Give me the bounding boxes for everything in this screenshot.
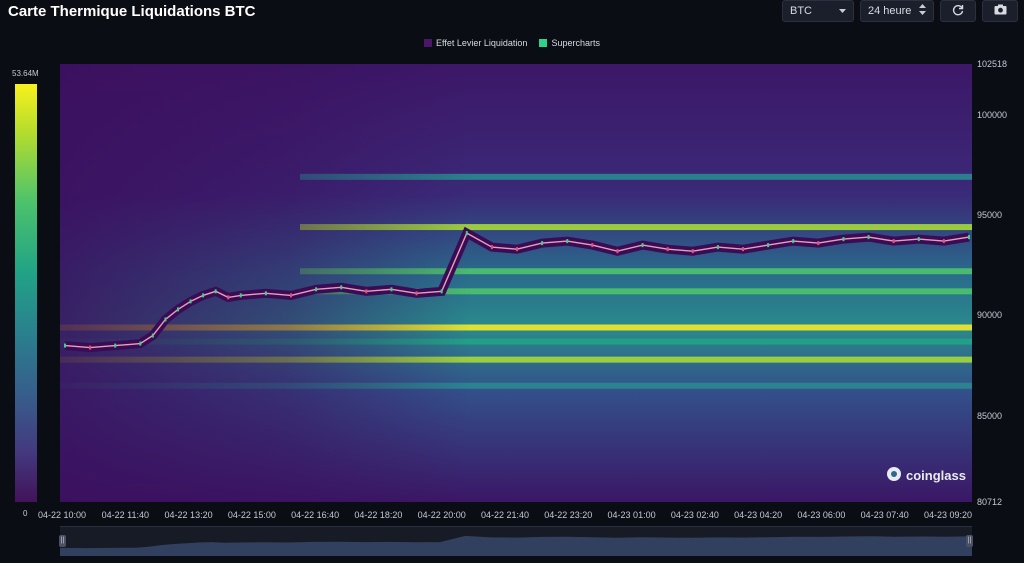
coinglass-logo-icon (886, 466, 902, 485)
candle-mark (716, 245, 719, 250)
candle-mark (114, 343, 117, 348)
candle-mark (842, 237, 845, 242)
x-tick-label: 04-23 02:40 (670, 510, 719, 520)
navigator-left-handle[interactable]: || (59, 535, 66, 547)
candle-mark (490, 245, 493, 250)
heatmap-area (60, 64, 972, 502)
x-tick-label: 04-22 20:00 (417, 510, 466, 520)
coinglass-watermark: coinglass (886, 466, 966, 485)
y-tick-label: 80712 (977, 497, 1003, 507)
candle-mark (516, 247, 518, 252)
x-tick-label: 04-22 15:00 (227, 510, 276, 520)
candle-mark (64, 343, 66, 348)
candle-mark (214, 289, 217, 294)
navigator-right-handle[interactable]: || (966, 535, 973, 547)
candle-mark (440, 289, 443, 294)
x-tick-label: 04-22 16:40 (291, 510, 340, 520)
candle-mark (164, 317, 167, 322)
candle-mark (792, 239, 795, 244)
navigator-preview (60, 535, 972, 556)
candle-mark (202, 293, 205, 298)
candle-mark (591, 243, 594, 248)
heatmap-chart[interactable] (0, 0, 1024, 563)
candle-mark (139, 341, 142, 346)
candle-mark (290, 293, 292, 298)
time-navigator[interactable]: || || (59, 526, 973, 556)
candle-mark (767, 243, 770, 248)
y-tick-label: 90000 (977, 310, 1003, 321)
y-tick-label: 102518 (977, 59, 1008, 69)
candle-mark (189, 299, 192, 304)
x-tick-label: 04-22 18:20 (354, 510, 403, 520)
candle-mark (89, 345, 92, 350)
y-tick-label: 85000 (977, 410, 1003, 421)
candle-mark (151, 333, 154, 338)
heatmap-left-fade (60, 64, 972, 502)
x-tick-label: 04-22 11:40 (101, 510, 149, 520)
x-tick-label: 04-23 01:00 (607, 510, 656, 520)
x-tick-label: 04-23 06:00 (797, 510, 846, 520)
x-tick-label: 04-22 13:20 (164, 510, 213, 520)
x-tick-label: 04-22 21:40 (480, 510, 530, 520)
candle-mark (616, 249, 619, 254)
y-tick-label: 95000 (977, 210, 1003, 220)
candle-mark (968, 235, 970, 240)
candle-mark (315, 287, 318, 292)
y-tick-label: 100000 (977, 109, 1008, 120)
candle-mark (942, 239, 945, 244)
candle-mark (691, 249, 694, 254)
candle-mark (264, 291, 267, 296)
x-tick-label: 04-22 10:00 (37, 510, 87, 520)
candle-mark (867, 235, 870, 240)
candle-mark (541, 241, 544, 246)
candle-mark (566, 239, 569, 244)
candle-mark (666, 247, 669, 252)
x-tick-label: 04-23 09:20 (923, 510, 973, 520)
candle-mark (227, 295, 230, 300)
candle-mark (340, 285, 343, 290)
candle-mark (641, 243, 644, 248)
candle-mark (365, 289, 368, 294)
candle-mark (917, 237, 920, 242)
candle-mark (390, 287, 393, 292)
candle-mark (742, 247, 744, 252)
candle-mark (892, 239, 895, 244)
candle-mark (817, 241, 820, 246)
x-tick-label: 04-22 23:20 (544, 510, 593, 520)
candle-mark (465, 231, 468, 236)
candle-mark (177, 307, 179, 312)
watermark-text: coinglass (906, 468, 966, 483)
x-tick-label: 04-23 07:40 (860, 510, 909, 520)
candle-mark (239, 293, 242, 298)
candle-mark (415, 291, 418, 296)
x-tick-label: 04-23 04:20 (734, 510, 783, 520)
